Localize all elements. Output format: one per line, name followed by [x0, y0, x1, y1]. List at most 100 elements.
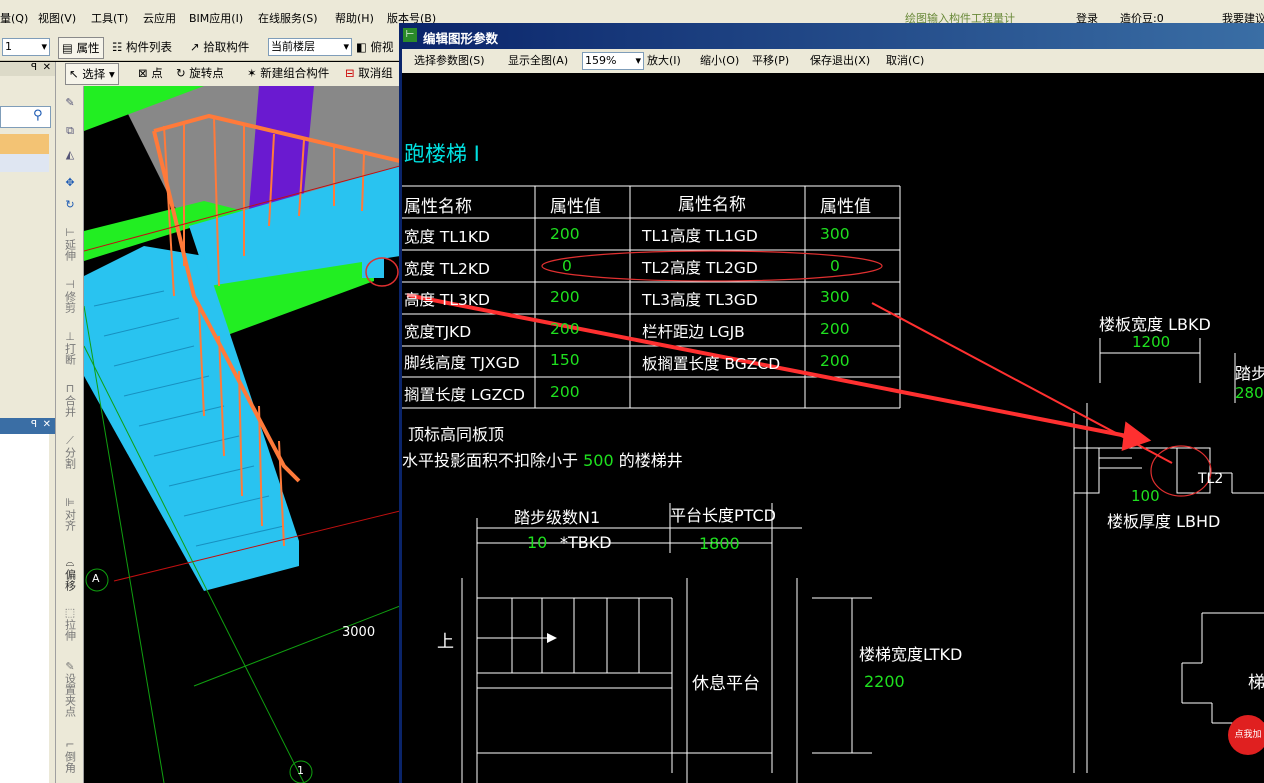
floor-select[interactable]: 1 ▾: [2, 38, 50, 56]
cancel-group-button[interactable]: ⊟ 取消组: [345, 63, 393, 83]
menu-item-view[interactable]: 视图(V): [38, 10, 76, 26]
slab-thickness-label: 楼板厚度 LBHD: [1107, 512, 1221, 531]
component-list-button[interactable]: ☷ 构件列表: [112, 37, 172, 57]
merge-icon: ⊓: [65, 382, 75, 395]
note-stairwell-pre: 水平投影面积不扣除小于: [402, 451, 579, 470]
help-badge[interactable]: 点我加: [1228, 715, 1264, 755]
trim-icon: ⊣: [65, 278, 75, 291]
table-cell: 脚线高度 TJXGD: [404, 354, 520, 372]
list-item[interactable]: [0, 154, 49, 172]
point-icon: ⊠: [138, 66, 148, 80]
tool-split-label: 分割: [63, 447, 77, 469]
dialog-title: 编辑图形参数: [423, 31, 499, 46]
axis-1-label: 1: [297, 764, 304, 777]
table-header-2: 属性值: [550, 197, 601, 217]
menu-item-cloud[interactable]: 云应用: [143, 10, 176, 26]
zoom-select[interactable]: 159% ▾: [582, 52, 644, 70]
dialog-toolbar: 选择参数图(S) 显示全图(A) 159% ▾ 放大(I) 缩小(O) 平移(P…: [402, 49, 1264, 73]
stair-3d-model: [84, 86, 400, 783]
dimension-label: 3000: [342, 625, 376, 640]
search-icon[interactable]: ⚲: [33, 108, 43, 123]
axis-a-label: A: [92, 572, 100, 585]
selected-list-item[interactable]: [0, 134, 49, 154]
pick-icon: ↗: [190, 40, 200, 54]
menu-item-online-service[interactable]: 在线服务(S): [258, 10, 318, 26]
search-input[interactable]: [0, 106, 51, 128]
tool-stretch[interactable]: ⬚ 拉伸: [59, 606, 81, 644]
view-top-label: 俯视: [370, 40, 394, 54]
tool-extend[interactable]: ⊢ 延伸: [59, 226, 81, 264]
note-top-elevation: 顶标高同板顶: [408, 425, 505, 444]
zoom-out-button[interactable]: 缩小(O): [700, 51, 739, 71]
up-arrow-icon: [547, 633, 557, 643]
new-group-button[interactable]: ✶ 新建组合构件: [247, 63, 329, 83]
main-toolbar-2: ꟼ ✕ ↖ 选择 ▾ ⊠ 点 ↻ 旋转点 ✶ 新建组合构件 ⊟ 取消组: [0, 62, 400, 87]
table-cell: 宽度 TL1KD: [404, 228, 490, 246]
tool-offset[interactable]: ⌓ 偏移: [59, 556, 81, 594]
table-cell: 高度 TL3KD: [404, 291, 490, 309]
table-cell: 栏杆距边 LGJB: [642, 323, 745, 341]
tool-merge-label: 合并: [63, 395, 77, 417]
table-cell: 200: [820, 320, 850, 338]
menu-item-bim[interactable]: BIM应用(I): [189, 10, 243, 26]
floor-select-value: 1: [5, 40, 12, 53]
zoom-in-button[interactable]: 放大(I): [647, 51, 681, 71]
tool-extend-label: 延伸: [63, 239, 77, 261]
tool-set-grip[interactable]: ✎ 设置夹点: [59, 660, 81, 720]
component-list-label: 构件列表: [125, 40, 172, 54]
note-stairwell-value: 500: [583, 451, 614, 470]
select-label: 选择: [82, 67, 106, 81]
table-cell: 200: [550, 288, 580, 306]
point-label: 点: [151, 66, 163, 80]
pin-icon[interactable]: ꟼ: [31, 419, 37, 430]
cancel-group-label: 取消组: [358, 66, 393, 80]
menu-item-quantity[interactable]: 量(Q): [0, 10, 28, 26]
cancel-group-icon: ⊟: [345, 66, 355, 80]
view-top-button[interactable]: ◧ 俯视: [356, 37, 394, 57]
copy-icon[interactable]: ⧉: [59, 124, 81, 137]
pick-component-button[interactable]: ↗ 拾取构件: [190, 37, 249, 57]
tool-align-label: 对齐: [63, 509, 77, 531]
menu-item-tools[interactable]: 工具(T): [91, 10, 128, 26]
tool-align[interactable]: ⊫ 对齐: [59, 496, 81, 534]
table-cell: TL2高度 TL2GD: [642, 259, 758, 277]
attributes-button[interactable]: ▤ 属性: [58, 37, 104, 59]
tool-break-label: 打断: [63, 343, 77, 365]
dialog-titlebar[interactable]: ⊢ 编辑图形参数: [399, 23, 1264, 49]
pan-button[interactable]: 平移(P): [752, 51, 789, 71]
break-icon: ⊥: [65, 330, 75, 343]
table-cell: 搁置长度 LGZCD: [404, 386, 525, 404]
current-floor-select[interactable]: 当前楼层 ▾: [268, 38, 352, 56]
tool-merge[interactable]: ⊓ 合并: [59, 382, 81, 420]
save-exit-button[interactable]: 保存退出(X): [810, 51, 870, 71]
close-icon[interactable]: ✕: [43, 419, 51, 430]
cancel-button[interactable]: 取消(C): [886, 51, 924, 71]
group-icon: ✶: [247, 66, 257, 80]
tl2-label: TL2: [1198, 471, 1224, 487]
select-param-button[interactable]: 选择参数图(S): [414, 51, 485, 71]
point-button[interactable]: ⊠ 点: [138, 63, 163, 83]
table-header-3: 属性名称: [678, 195, 746, 215]
3d-viewport[interactable]: 3000 A 1: [84, 86, 400, 783]
tool-split[interactable]: ⟋ 分割: [59, 434, 81, 472]
select-button[interactable]: ↖ 选择 ▾: [65, 63, 119, 85]
rotate-icon[interactable]: ↻: [59, 198, 81, 211]
pencil-icon[interactable]: ✎: [59, 96, 81, 109]
close-icon[interactable]: ✕: [43, 62, 51, 73]
tool-trim[interactable]: ⊣ 修剪: [59, 278, 81, 316]
cad-drawing: [402, 185, 1264, 783]
pin-icon[interactable]: ꟼ: [31, 62, 37, 73]
rotate-point-button[interactable]: ↻ 旋转点: [176, 63, 224, 83]
rotate-point-label: 旋转点: [189, 66, 224, 80]
note-stairwell: 水平投影面积不扣除小于 500 的楼梯井: [402, 447, 683, 471]
param-drawing-canvas[interactable]: 跑楼梯 I 属性名称 属性值 属性名称 属性值 宽度 TL1KD 200 TL1…: [402, 73, 1264, 783]
main-toolbar-1: 1 ▾ ▤ 属性 ☷ 构件列表 ↗ 拾取构件 当前楼层 ▾ ◧ 俯视: [0, 36, 400, 61]
mirror-icon[interactable]: ◭: [59, 148, 81, 161]
show-all-button[interactable]: 显示全图(A): [508, 51, 568, 71]
cube-icon: ◧: [356, 40, 367, 54]
tool-chamfer[interactable]: ⌐ 倒角: [59, 738, 81, 776]
slab-width-value: 1200: [1132, 333, 1171, 351]
move-icon[interactable]: ✥: [59, 176, 81, 189]
tool-break[interactable]: ⊥ 打断: [59, 330, 81, 368]
menu-item-help[interactable]: 帮助(H): [335, 10, 374, 26]
